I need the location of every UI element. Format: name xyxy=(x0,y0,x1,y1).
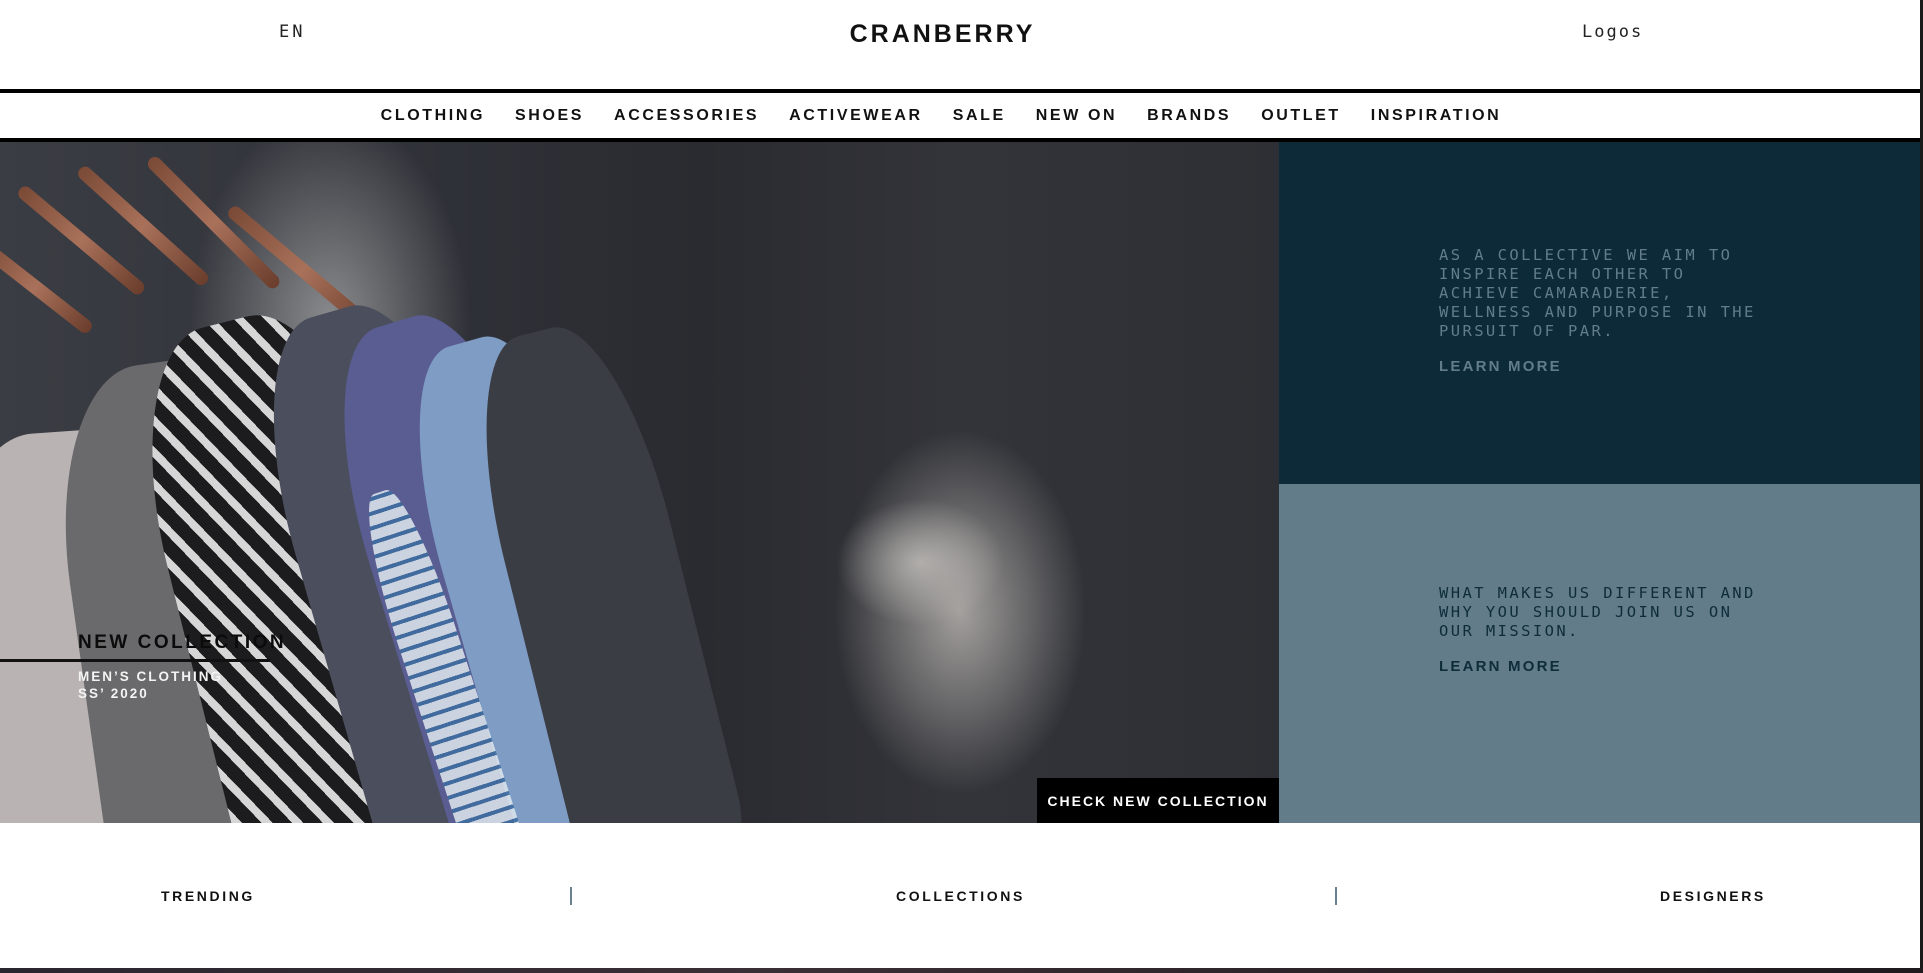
hanger-shape xyxy=(75,163,212,288)
nav-item-inspiration[interactable]: INSPIRATION xyxy=(1371,107,1502,125)
join-text: WHAT MAKES US DIFFERENT AND WHY YOU SHOU… xyxy=(1439,584,1756,640)
hero-photo xyxy=(0,142,1279,823)
logos-link[interactable]: Logos xyxy=(1582,22,1643,42)
nav-item-activewear[interactable]: ACTIVEWEAR xyxy=(789,107,923,125)
nav-item-sale[interactable]: SALE xyxy=(953,107,1006,125)
mission-panel: AS A COLLECTIVE WE AIM TO INSPIRE EACH O… xyxy=(1279,142,1920,484)
tab-divider xyxy=(570,887,572,905)
check-new-collection-button[interactable]: CHECK NEW COLLECTION xyxy=(1037,778,1279,823)
subtitle-line-2: SS’ 2020 xyxy=(78,686,149,701)
tab-collections[interactable]: COLLECTIONS xyxy=(896,888,1025,904)
hero-banner: NEW COLLECTION MEN’S CLOTHING SS’ 2020 xyxy=(0,142,1279,823)
top-header: EN CRANBERRY Logos xyxy=(0,0,1920,90)
nav-item-outlet[interactable]: OUTLET xyxy=(1261,107,1341,125)
title-underline xyxy=(0,659,270,662)
learn-more-link[interactable]: LEARN MORE xyxy=(1439,658,1562,675)
bottom-tabs: TRENDING COLLECTIONS DESIGNERS xyxy=(0,823,1920,968)
page: EN CRANBERRY Logos CLOTHING SHOES ACCESS… xyxy=(0,0,1923,973)
hanger-shape xyxy=(145,154,283,292)
hanger-shape xyxy=(0,238,95,336)
tab-divider xyxy=(1335,887,1337,905)
nav-item-accessories[interactable]: ACCESSORIES xyxy=(614,107,759,125)
nav-item-brands[interactable]: BRANDS xyxy=(1147,107,1231,125)
new-collection-title[interactable]: NEW COLLECTION xyxy=(78,632,286,654)
page-bottom-strip xyxy=(0,968,1923,973)
join-panel: WHAT MAKES US DIFFERENT AND WHY YOU SHOU… xyxy=(1279,484,1920,823)
nav-item-new-on[interactable]: NEW ON xyxy=(1036,107,1117,125)
nav-item-clothing[interactable]: CLOTHING xyxy=(381,107,485,125)
new-collection-subtitle: MEN’S CLOTHING SS’ 2020 xyxy=(78,668,223,702)
tab-designers[interactable]: DESIGNERS xyxy=(1660,888,1766,904)
subtitle-line-1: MEN’S CLOTHING xyxy=(78,669,223,684)
tab-trending[interactable]: TRENDING xyxy=(161,888,255,904)
nav-item-shoes[interactable]: SHOES xyxy=(515,107,584,125)
main-nav: CLOTHING SHOES ACCESSORIES ACTIVEWEAR SA… xyxy=(0,89,1920,142)
mission-text: AS A COLLECTIVE WE AIM TO INSPIRE EACH O… xyxy=(1439,246,1756,340)
learn-more-link[interactable]: LEARN MORE xyxy=(1439,358,1562,375)
